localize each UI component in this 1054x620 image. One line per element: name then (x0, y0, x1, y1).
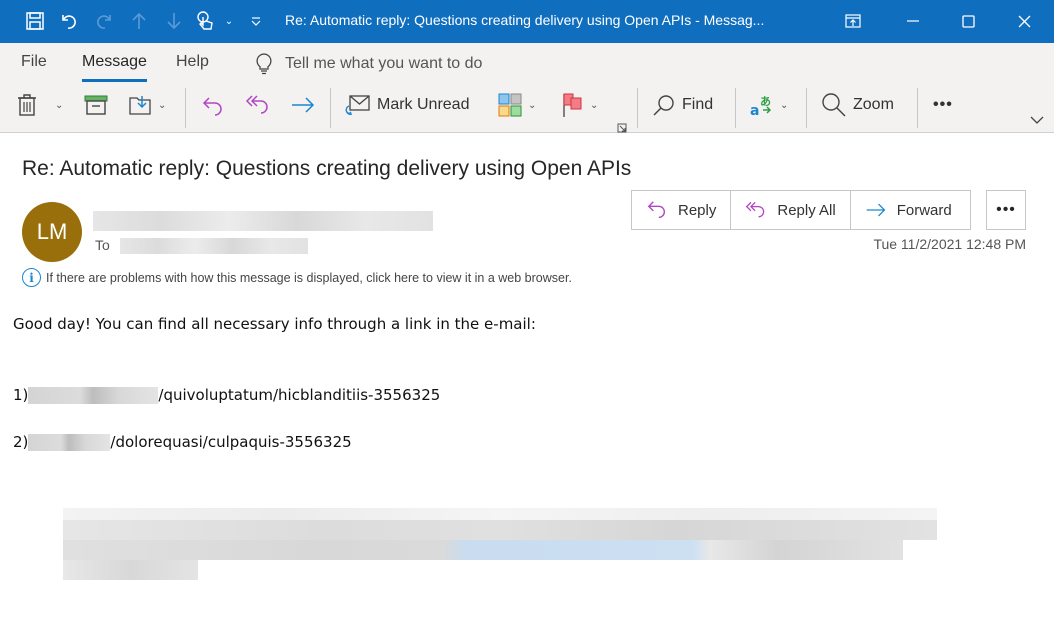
flag-button[interactable]: ⌄ (562, 90, 598, 120)
message-date: Tue 11/2/2021 12:48 PM (873, 236, 1026, 252)
ribbon-separator (806, 88, 807, 128)
categorize-chevron-icon: ⌄ (528, 99, 537, 111)
categorize-button[interactable]: ⌄ (498, 90, 536, 120)
flag-icon (563, 93, 582, 117)
customize-chevron-icon[interactable] (243, 8, 269, 34)
link-domain-redacted (28, 387, 159, 404)
sender-avatar[interactable]: LM (22, 202, 82, 262)
body-greeting: Good day! You can find all necessary inf… (13, 315, 536, 333)
maximize-icon[interactable] (945, 6, 991, 36)
info-bar[interactable]: i If there are problems with how this me… (22, 268, 572, 287)
reply-all-button[interactable]: Reply All (731, 191, 851, 229)
find-label: Find (682, 96, 714, 113)
touch-mode-icon[interactable] (192, 8, 218, 34)
reply-ribbon-button[interactable] (201, 90, 225, 120)
ribbon-separator (330, 88, 331, 128)
find-icon (653, 95, 674, 116)
zoom-label: Zoom (853, 96, 894, 113)
reply-all-ribbon-button[interactable] (245, 90, 271, 120)
link-prefix: 2) (13, 433, 29, 451)
lightbulb-icon (256, 53, 272, 75)
forward-ribbon-button[interactable] (290, 90, 316, 120)
svg-text:あ: あ (760, 95, 771, 108)
reply-icon (202, 97, 222, 116)
tags-dialog-launcher-icon[interactable] (617, 113, 627, 143)
info-bar-text: If there are problems with how this mess… (46, 270, 572, 285)
translate-chevron-icon: ⌄ (780, 99, 789, 111)
link-prefix: 1) (13, 386, 29, 404)
reply-all-label: Reply All (777, 201, 836, 219)
body-link-2[interactable]: 2) /dolorequasi/culpaquis-3556325 (13, 433, 352, 451)
signature-line (63, 508, 937, 520)
link-domain-redacted (28, 434, 111, 451)
move-icon (129, 96, 151, 115)
minimize-icon[interactable] (890, 6, 936, 36)
translate-icon: aあ (750, 95, 772, 117)
forward-icon (292, 97, 315, 113)
reply-icon (647, 201, 665, 219)
ribbon: File Message Help Tell me what you want … (0, 43, 1054, 133)
reply-button[interactable]: Reply (632, 191, 732, 229)
tab-file[interactable]: File (21, 53, 47, 71)
mark-unread-icon (345, 95, 370, 115)
archive-icon (84, 95, 108, 115)
delete-button[interactable] (16, 90, 38, 120)
link-path: /dolorequasi/culpaquis-3556325 (110, 433, 352, 451)
delete-dropdown-chevron-icon[interactable]: ⌄ (55, 90, 63, 120)
reply-all-icon (746, 201, 765, 218)
ribbon-display-options-icon[interactable] (830, 6, 876, 36)
move-button[interactable]: ⌄ (128, 90, 166, 120)
archive-button[interactable] (84, 90, 108, 120)
touch-mode-chevron-icon[interactable]: ⌄ (216, 8, 242, 34)
mark-unread-label: Mark Unread (377, 96, 470, 113)
mark-unread-button[interactable]: Mark Unread (345, 90, 469, 120)
expand-ribbon-chevron-icon[interactable] (1030, 105, 1044, 135)
undo-icon[interactable] (56, 8, 82, 34)
message-subject: Re: Automatic reply: Questions creating … (22, 157, 632, 180)
up-arrow-icon[interactable] (126, 8, 152, 34)
reply-all-icon (245, 95, 268, 114)
find-button[interactable]: Find (652, 90, 713, 120)
zoom-icon (822, 93, 846, 117)
ribbon-separator (185, 88, 186, 128)
svg-text:a: a (750, 103, 759, 117)
zoom-button[interactable]: Zoom (821, 90, 894, 120)
tell-me-label: Tell me what you want to do (285, 55, 483, 72)
forward-label: Forward (896, 201, 952, 219)
forward-icon (866, 203, 886, 217)
message-actions: Reply Reply All Forward (631, 190, 971, 230)
signature-line (63, 560, 198, 580)
forward-button[interactable]: Forward (851, 191, 970, 229)
ribbon-separator (637, 88, 638, 128)
more-actions-button[interactable]: ••• (986, 190, 1026, 230)
translate-button[interactable]: aあ ⌄ (750, 90, 788, 120)
move-chevron-icon: ⌄ (158, 99, 167, 111)
body-link-1[interactable]: 1) /quivoluptatum/hicblanditiis-3556325 (13, 386, 440, 404)
delete-icon (18, 94, 36, 116)
down-arrow-icon[interactable] (161, 8, 187, 34)
tab-message[interactable]: Message (82, 53, 147, 82)
tab-help[interactable]: Help (176, 53, 209, 71)
more-commands-button[interactable]: ••• (933, 90, 953, 120)
tell-me-search[interactable]: Tell me what you want to do (255, 53, 482, 75)
sender-name-redacted[interactable] (93, 211, 433, 231)
title-bar: ⌄ Re: Automatic reply: Questions creatin… (0, 0, 1054, 43)
signature-line (63, 540, 903, 560)
save-icon[interactable] (22, 8, 48, 34)
close-icon[interactable] (1001, 6, 1047, 36)
info-icon: i (22, 268, 41, 287)
flag-chevron-icon: ⌄ (590, 99, 599, 111)
ribbon-separator (735, 88, 736, 128)
link-path: /quivoluptatum/hicblanditiis-3556325 (158, 386, 441, 404)
signature-redacted (63, 508, 937, 581)
window-title: Re: Automatic reply: Questions creating … (285, 12, 765, 28)
recipient-redacted[interactable] (120, 238, 308, 254)
ribbon-separator (917, 88, 918, 128)
to-label: To (95, 237, 110, 253)
signature-line (63, 520, 937, 540)
reply-label: Reply (678, 201, 717, 219)
categorize-icon (498, 93, 522, 117)
redo-icon[interactable] (91, 8, 117, 34)
